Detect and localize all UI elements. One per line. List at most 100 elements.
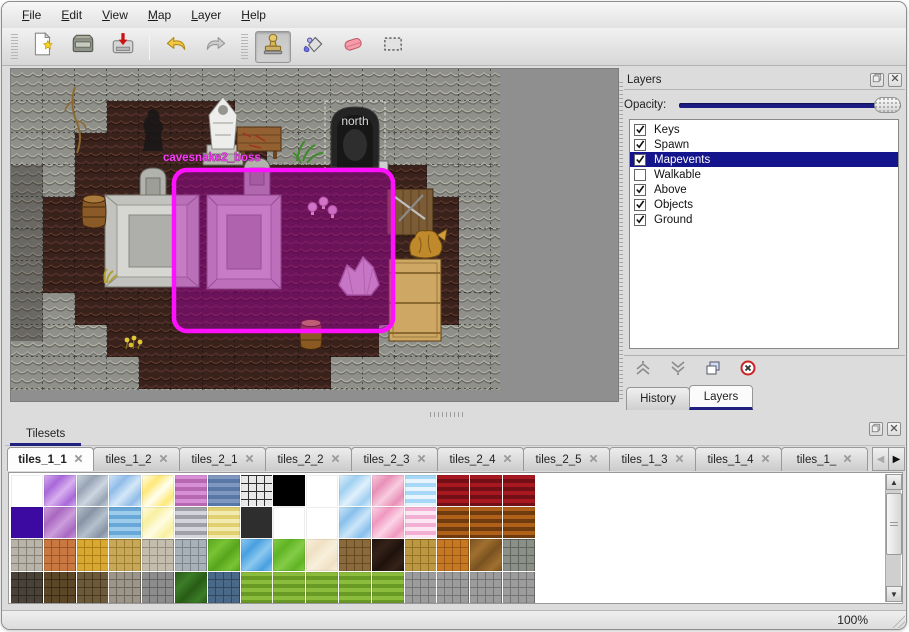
palette-tile[interactable]: [405, 539, 437, 571]
palette-tile[interactable]: [273, 507, 305, 539]
close-tab-icon[interactable]: [843, 454, 852, 466]
close-tab-icon[interactable]: [159, 454, 168, 466]
selection-rectangle[interactable]: [174, 170, 393, 331]
scroll-down-button[interactable]: ▼: [886, 586, 902, 602]
splitter-handle[interactable]: [430, 412, 466, 417]
scroll-tabs-left-button[interactable]: ◀: [872, 447, 889, 471]
menu-help[interactable]: Help: [231, 4, 276, 26]
tileset-tab-tiles_2_3[interactable]: tiles_2_3: [351, 447, 438, 471]
open-button[interactable]: [65, 31, 101, 63]
palette-tile[interactable]: [175, 507, 207, 539]
eraser-button[interactable]: [335, 31, 371, 63]
save-button[interactable]: [105, 31, 141, 63]
close-tab-icon[interactable]: [245, 454, 254, 466]
palette-tile[interactable]: [142, 475, 174, 507]
layers-panel-close-button[interactable]: [888, 73, 902, 87]
palette-tile[interactable]: [44, 475, 76, 507]
scroll-up-button[interactable]: ▲: [886, 474, 902, 490]
palette-tile[interactable]: [273, 539, 305, 571]
palette-tile[interactable]: [503, 572, 535, 604]
layer-row-spawn[interactable]: Spawn: [630, 137, 898, 152]
layer-row-ground[interactable]: Ground: [630, 212, 898, 227]
toolbar-grip[interactable]: [11, 34, 18, 60]
close-tab-icon[interactable]: [503, 454, 512, 466]
palette-tile[interactable]: [372, 539, 404, 571]
palette-scrollbar[interactable]: ▲ ▼: [885, 474, 901, 602]
menu-view[interactable]: View: [92, 4, 138, 26]
palette-tile[interactable]: [109, 539, 141, 571]
palette-tile[interactable]: [306, 539, 338, 571]
fill-button[interactable]: [295, 31, 331, 63]
palette-tile[interactable]: [339, 572, 371, 604]
redo-button[interactable]: [198, 31, 234, 63]
tilesets-panel-float-button[interactable]: [869, 422, 883, 436]
layers-panel-float-button[interactable]: [870, 73, 884, 87]
palette-tile[interactable]: [241, 507, 273, 539]
palette-tile[interactable]: [372, 572, 404, 604]
delete-layer-button[interactable]: [737, 360, 759, 378]
layer-visibility-checkbox[interactable]: [634, 214, 646, 226]
layer-row-objects[interactable]: Objects: [630, 197, 898, 212]
opacity-slider-handle[interactable]: [874, 97, 901, 113]
layer-visibility-checkbox[interactable]: [634, 154, 646, 166]
tileset-tab-tiles_2_5[interactable]: tiles_2_5: [523, 447, 610, 471]
palette-tile[interactable]: [208, 572, 240, 604]
layer-list[interactable]: KeysSpawnMapeventsWalkableAboveObjectsGr…: [629, 119, 899, 349]
palette-tile[interactable]: [77, 572, 109, 604]
scroll-tabs-right-button[interactable]: ▶: [888, 447, 905, 471]
palette-tile[interactable]: [372, 475, 404, 507]
layer-row-walkable[interactable]: Walkable: [630, 167, 898, 182]
tileset-tab-tiles_2_1[interactable]: tiles_2_1: [179, 447, 266, 471]
menu-layer[interactable]: Layer: [181, 4, 231, 26]
close-tab-icon[interactable]: [589, 454, 598, 466]
palette-tile[interactable]: [11, 507, 43, 539]
map-canvas[interactable]: north: [10, 68, 619, 402]
palette-tile[interactable]: [405, 572, 437, 604]
stamp-button[interactable]: [255, 31, 291, 63]
palette-tile[interactable]: [437, 539, 469, 571]
palette-tile[interactable]: [306, 475, 338, 507]
dock-drag-handle[interactable]: [619, 82, 623, 400]
undo-button[interactable]: [158, 31, 194, 63]
layer-visibility-checkbox[interactable]: [634, 139, 646, 151]
menu-file[interactable]: File: [12, 4, 51, 26]
palette-tile[interactable]: [306, 572, 338, 604]
palette-tile[interactable]: [44, 572, 76, 604]
palette-tile[interactable]: [241, 572, 273, 604]
palette-tile[interactable]: [470, 572, 502, 604]
palette-tile[interactable]: [437, 572, 469, 604]
tile-palette[interactable]: ▲ ▼: [8, 472, 903, 604]
palette-tile[interactable]: [208, 539, 240, 571]
palette-tile[interactable]: [109, 507, 141, 539]
palette-tile[interactable]: [503, 475, 535, 507]
palette-tile[interactable]: [241, 539, 273, 571]
tileset-tab-tiles_1_2[interactable]: tiles_1_2: [93, 447, 180, 471]
menu-edit[interactable]: Edit: [51, 4, 92, 26]
palette-tile[interactable]: [306, 507, 338, 539]
scrollbar-thumb[interactable]: [886, 493, 902, 555]
palette-tile[interactable]: [273, 475, 305, 507]
tilesets-title-tab[interactable]: Tilesets: [10, 424, 81, 446]
close-tab-icon[interactable]: [331, 454, 340, 466]
close-tab-icon[interactable]: [74, 454, 83, 466]
tileset-tab-tiles_1_[interactable]: tiles_1_: [781, 447, 868, 471]
barrel-left[interactable]: [82, 195, 106, 228]
lower-layer-button[interactable]: [667, 360, 689, 378]
tileset-tab-tiles_2_2[interactable]: tiles_2_2: [265, 447, 352, 471]
layer-row-mapevents[interactable]: Mapevents: [630, 152, 898, 167]
palette-tile[interactable]: [437, 507, 469, 539]
dock-tab-history[interactable]: History: [626, 387, 690, 410]
palette-tile[interactable]: [339, 507, 371, 539]
resize-grip-icon[interactable]: [888, 611, 905, 628]
palette-tile[interactable]: [470, 475, 502, 507]
new-file-button[interactable]: [25, 31, 61, 63]
palette-tile[interactable]: [470, 507, 502, 539]
palette-tile[interactable]: [503, 539, 535, 571]
menu-map[interactable]: Map: [138, 4, 181, 26]
palette-tile[interactable]: [11, 475, 43, 507]
palette-tile[interactable]: [405, 475, 437, 507]
palette-tile[interactable]: [109, 475, 141, 507]
large-crate[interactable]: [389, 259, 441, 341]
layer-visibility-checkbox[interactable]: [634, 169, 646, 181]
toolbar-grip[interactable]: [241, 34, 248, 60]
